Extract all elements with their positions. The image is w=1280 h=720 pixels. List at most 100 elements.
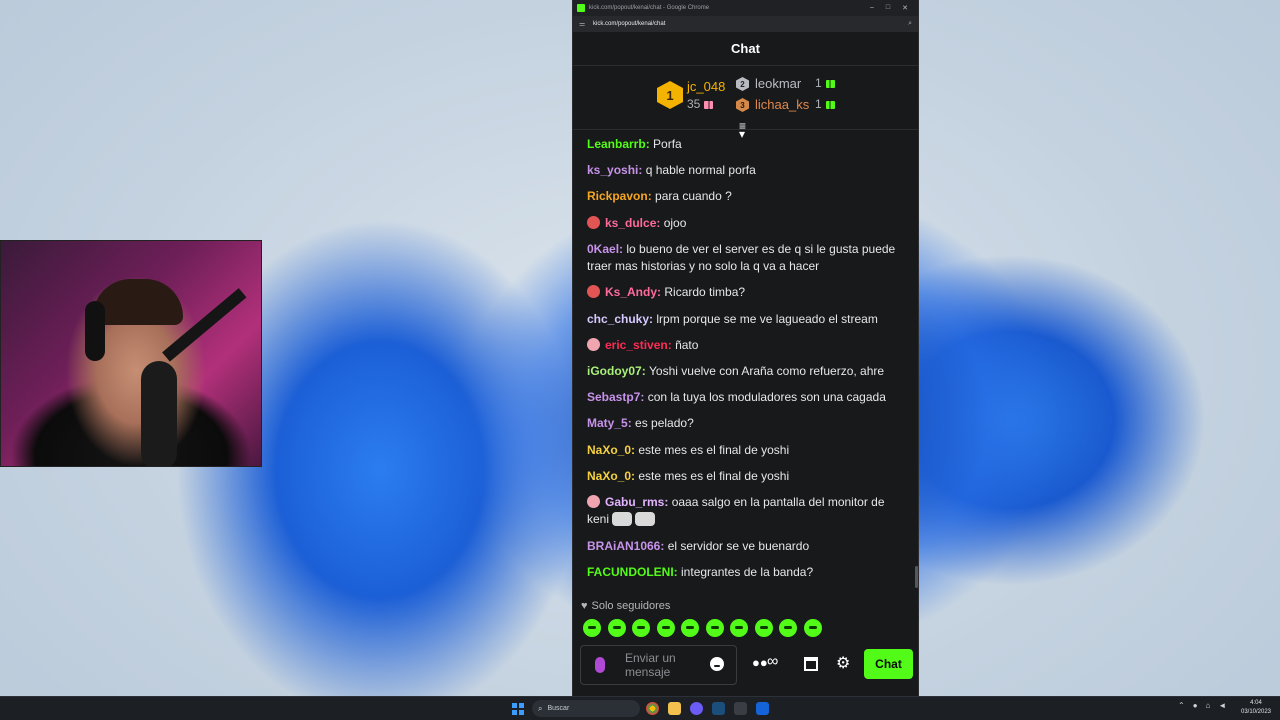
chat-message-text: integrantes de la banda? [681,564,814,579]
gift-icon [704,99,714,110]
network-icon[interactable]: ⌂ [1206,701,1211,710]
chat-message-text: ñato [675,337,699,352]
chat-input-row: Enviar un mensaje ●● ∞ ⚙ Chat [580,645,914,685]
chat-username[interactable]: Leanbarrb [587,137,646,151]
username-separator: : [656,215,664,230]
emote-button[interactable] [779,619,797,637]
heart-icon: ♥ [581,600,588,612]
chat-settings-gear-icon[interactable]: ⚙ [836,653,850,673]
user-badge-icon [587,337,600,351]
followers-only-notice: ♥ Solo seguidores [581,600,670,612]
emote-button[interactable] [705,619,724,637]
emote-button[interactable] [803,619,822,637]
chat-username[interactable]: BRAiAN1066 [587,539,660,553]
username-separator: : [647,189,656,204]
emote-button[interactable] [607,619,626,637]
chat-message-text: para cuando ? [655,189,732,204]
minimize-button[interactable]: – [870,4,874,12]
mic-tray-icon[interactable]: ● [1193,701,1198,710]
system-tray[interactable]: ⌃ ● ⌂ ◄ [1178,701,1226,710]
emote-button[interactable] [583,619,601,637]
send-chat-button[interactable]: Chat [864,649,913,679]
chat-username[interactable]: FACUNDOLENI [587,565,674,579]
discord-icon[interactable] [690,702,703,715]
windows-taskbar: ⌕ Buscar ⌃ ● ⌂ ◄ 4:04 03/10/2023 [0,696,1280,720]
window-title: kick.com/popout/kenai/chat - Google Chro… [589,5,710,11]
file-explorer-icon[interactable] [668,702,681,715]
chat-message-text: lrpm porque se me ve lagueado el stream [656,311,878,326]
emote-button[interactable] [730,619,748,637]
microphone-icon[interactable] [595,657,605,673]
volume-icon[interactable]: ◄ [1218,701,1226,710]
user-badge-icon [587,494,600,508]
rank-3-badge-icon: 3 [736,98,749,112]
gift-icon [825,99,835,110]
taskbar-search-placeholder[interactable]: Buscar [547,705,569,712]
chat-message-text: lo bueno de ver el server es de q si le … [587,241,896,274]
chat-message: BRAiAN1066: el servidor se ve buenardo [587,538,899,556]
username-separator: : [667,337,676,352]
title-bar: kick.com/popout/kenai/chat - Google Chro… [573,0,918,16]
chrome-icon[interactable] [646,702,659,715]
chat-username[interactable]: Maty_5 [587,416,628,430]
inline-emote-icon [635,512,656,527]
chat-username[interactable]: iGodoy07 [587,364,642,378]
chat-message: Leanbarrb: Porfa [587,136,899,154]
site-settings-icon[interactable]: ⚌ [579,20,587,28]
emote-button[interactable] [656,619,675,637]
chat-message: Ks_Andy: Ricardo timba? [587,284,899,302]
chat-username[interactable]: NaXo_0 [587,469,631,483]
taskbar-search-box[interactable]: ⌕ Buscar [532,700,640,717]
user-badge-icon [587,285,600,299]
streamer-hair [93,279,183,325]
calculator-icon[interactable] [734,702,747,715]
channel-points-icon[interactable]: ●● [752,655,768,670]
url-text[interactable]: kick.com/popout/kenai/chat [593,21,665,27]
emoji-picker-icon[interactable] [710,657,724,671]
inline-emote-icon [612,512,633,527]
leaderboard-first-name[interactable]: jc_048 [687,79,725,94]
chat-scrollbar[interactable] [915,566,918,588]
chat-message-input[interactable]: Enviar un mensaje [580,645,737,685]
chat-message: chc_chuky: lrpm porque se me ve lagueado… [587,311,899,329]
clock-time: 4:04 [1250,700,1262,706]
chat-message: Maty_5: es pelado? [587,415,899,433]
address-bar[interactable]: ⚌ kick.com/popout/kenai/chat ⌕ [573,16,918,32]
chat-message-text: ojoo [663,215,687,230]
taskbar-clock[interactable]: 4:04 03/10/2023 [1236,699,1276,717]
infinity-icon[interactable]: ∞ [767,653,778,671]
chat-username[interactable]: chc_chuky [587,312,649,326]
chat-message: NaXo_0: este mes es el final de yoshi [587,468,899,486]
browser-window: kick.com/popout/kenai/chat - Google Chro… [572,0,919,696]
windows-start-icon[interactable] [512,703,524,715]
chat-message: NaXo_0: este mes es el final de yoshi [587,442,899,460]
user-badge-icon [587,215,600,229]
emote-button[interactable] [754,619,773,637]
vegas-icon[interactable] [756,702,769,715]
followers-mode-label: Solo seguidores [591,600,671,612]
chat-username[interactable]: ks_yoshi [587,163,638,177]
leaderboard-third-name[interactable]: lichaa_ks [755,97,809,112]
steam-icon[interactable] [712,702,725,715]
tray-chevron-icon[interactable]: ⌃ [1178,701,1185,710]
chat-username[interactable]: Ks_Andy [605,285,657,299]
emote-button[interactable] [681,619,699,637]
store-icon[interactable] [804,657,818,671]
kick-favicon-icon [577,4,585,12]
close-button[interactable]: ✕ [902,4,908,12]
chat-username[interactable]: Gabu_rms [605,495,664,509]
chat-username[interactable]: ks_dulce [605,216,656,230]
chat-input-placeholder[interactable]: Enviar un mensaje [625,651,695,679]
chat-username[interactable]: Rickpavon [587,189,648,203]
emote-button[interactable] [632,619,650,637]
chat-username[interactable]: Sebastp7 [587,390,640,404]
chat-username[interactable]: NaXo_0 [587,443,631,457]
chat-username[interactable]: eric_stiven [605,338,668,352]
maximize-button[interactable]: □ [886,4,890,12]
chat-username[interactable]: 0Kael [587,242,619,256]
username-separator: : [627,416,636,431]
chat-message-text: Yoshi vuelve con Araña como refuerzo, ah… [649,364,885,378]
microphone [141,361,177,466]
zoom-icon[interactable]: ⌕ [908,20,912,28]
leaderboard-second-name[interactable]: leokmar [755,76,801,91]
